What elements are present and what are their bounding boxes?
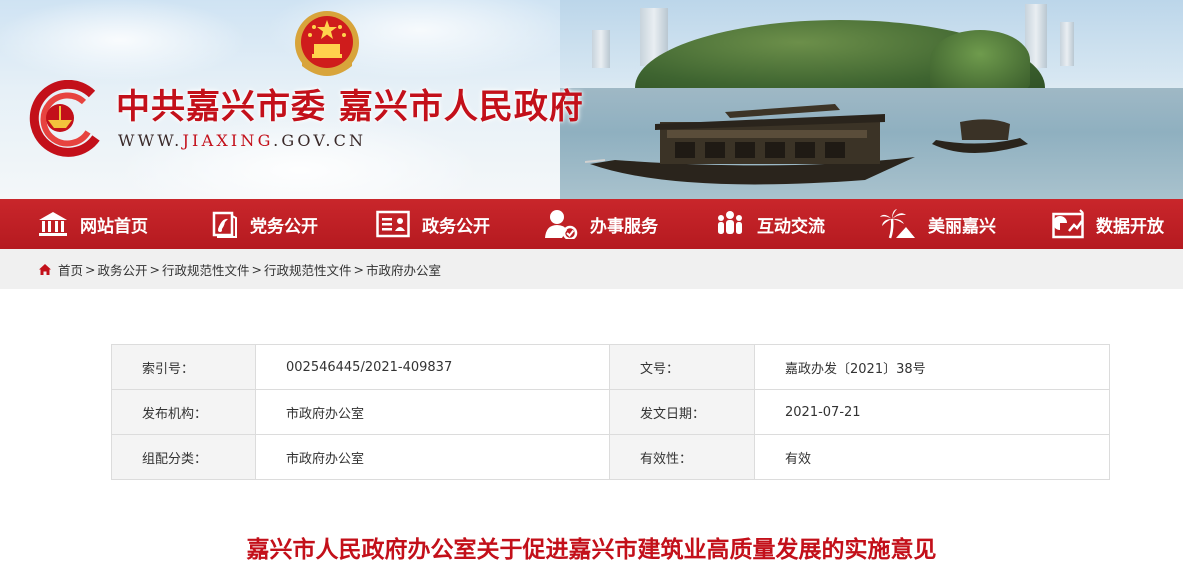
nav-label: 党务公开 <box>250 216 318 237</box>
meta-value-validity: 有效 <box>754 434 1110 480</box>
breadcrumb-link-normative-docs[interactable]: 行政规范性文件 <box>162 260 250 279</box>
breadcrumb-link-gov-affairs[interactable]: 政务公开 <box>98 260 148 279</box>
document-meta-table: 索引号： 002546445/2021-409837 文号： 嘉政办发〔2021… <box>111 344 1110 480</box>
nav-label: 美丽嘉兴 <box>928 216 996 237</box>
breadcrumb: 首页 > 政务公开 > 行政规范性文件 > 行政规范性文件 > 市政府办公室 <box>0 249 1183 289</box>
breadcrumb-home-icon[interactable] <box>38 263 52 276</box>
nav-item-party[interactable]: 党务公开 <box>210 199 318 249</box>
breadcrumb-link-home[interactable]: 首页 <box>58 260 83 279</box>
meta-label-category: 组配分类： <box>111 434 256 480</box>
nav-item-services[interactable]: 办事服务 <box>544 199 658 249</box>
breadcrumb-link-office[interactable]: 市政府办公室 <box>366 260 441 279</box>
meta-label-doc-number: 文号： <box>609 344 755 390</box>
palm-icon <box>880 209 915 239</box>
table-row: 组配分类： 市政府办公室 有效性： 有效 <box>111 434 1110 480</box>
jiaxing-logo-icon <box>29 80 100 157</box>
url-prefix: WWW. <box>118 131 183 150</box>
meta-label-validity: 有效性： <box>609 434 755 480</box>
breadcrumb-separator: > <box>251 261 262 277</box>
people-icon <box>718 211 742 234</box>
meta-label-publisher: 发布机构： <box>111 389 256 435</box>
nav-label: 办事服务 <box>590 216 658 237</box>
nav-item-open-data[interactable]: 数据开放 <box>1052 199 1164 249</box>
meta-value-category: 市政府办公室 <box>255 434 610 480</box>
nav-item-beautiful-jiaxing[interactable]: 美丽嘉兴 <box>880 199 996 249</box>
nav-item-interaction[interactable]: 互动交流 <box>715 199 825 249</box>
meta-value-publisher: 市政府办公室 <box>255 389 610 435</box>
site-title: 中共嘉兴市委 嘉兴市人民政府 <box>116 87 584 127</box>
service-icon <box>545 210 578 239</box>
site-url: WWW.JIAXING.GOV.CN <box>118 131 366 150</box>
party-icon <box>212 211 237 238</box>
meta-label-date: 发文日期： <box>609 389 755 435</box>
breadcrumb-separator: > <box>149 261 160 277</box>
site-banner: 中共嘉兴市委 嘉兴市人民政府 WWW.JIAXING.GOV.CN <box>0 0 1183 199</box>
table-row: 发布机构： 市政府办公室 发文日期： 2021-07-21 <box>111 389 1110 435</box>
meta-value-date: 2021-07-21 <box>754 389 1110 435</box>
home-icon <box>39 212 67 236</box>
url-domain: JIAXING <box>182 131 274 150</box>
nav-label: 互动交流 <box>757 216 825 237</box>
banner-lake-scene <box>560 0 1183 199</box>
nav-label: 网站首页 <box>80 216 148 237</box>
url-suffix: .GOV.CN <box>273 131 367 150</box>
red-boat-icon <box>585 104 915 185</box>
breadcrumb-separator: > <box>85 261 96 277</box>
small-boat-icon <box>932 119 1028 153</box>
article-title: 嘉兴市人民政府办公室关于促进嘉兴市建筑业高质量发展的实施意见 <box>246 537 937 563</box>
meta-value-index: 002546445/2021-409837 <box>255 344 610 390</box>
nav-item-government[interactable]: 政务公开 <box>376 199 490 249</box>
document-icon <box>376 210 410 238</box>
nav-label: 数据开放 <box>1096 216 1164 237</box>
nav-label: 政务公开 <box>422 216 490 237</box>
chart-icon <box>1052 209 1084 239</box>
breadcrumb-separator: > <box>353 261 364 277</box>
national-emblem-icon <box>295 11 359 76</box>
nav-item-home[interactable]: 网站首页 <box>38 199 148 249</box>
main-nav: 网站首页 党务公开 政务公开 办事服务 互动交流 美丽嘉兴 数据开放 <box>0 199 1183 249</box>
meta-label-index: 索引号： <box>111 344 256 390</box>
breadcrumb-link-normative-docs-sub[interactable]: 行政规范性文件 <box>264 260 352 279</box>
meta-value-doc-number: 嘉政办发〔2021〕38号 <box>754 344 1110 390</box>
table-row: 索引号： 002546445/2021-409837 文号： 嘉政办发〔2021… <box>111 344 1110 390</box>
